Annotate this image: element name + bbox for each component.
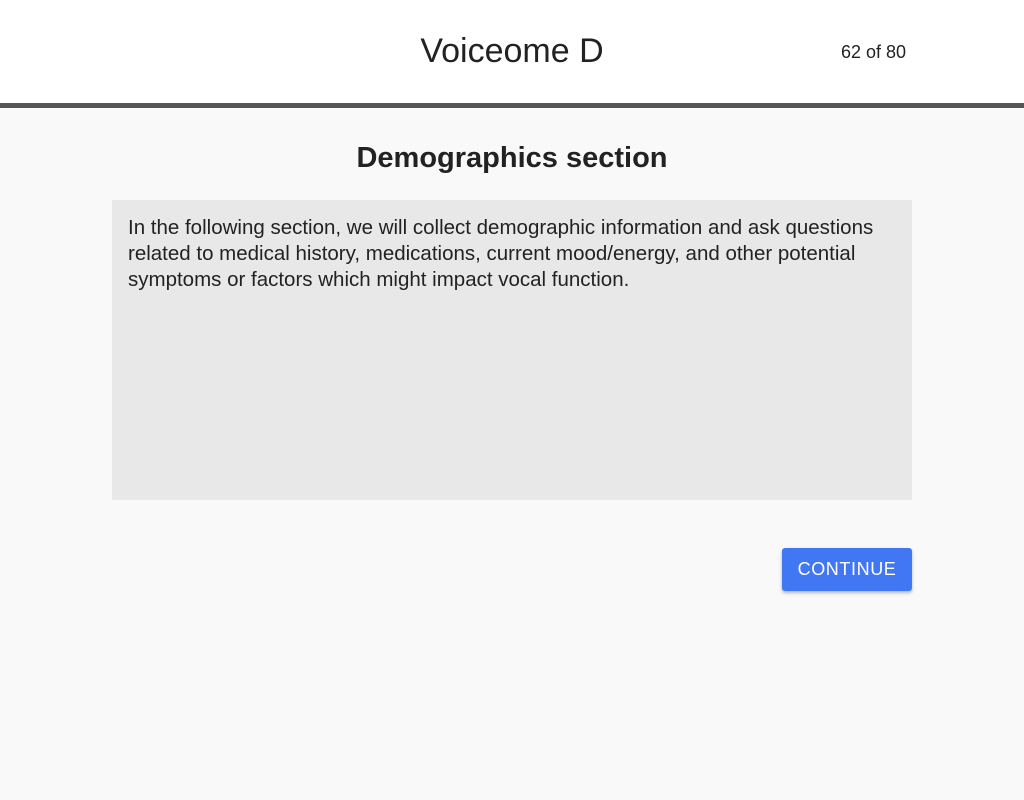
continue-button[interactable]: CONTINUE xyxy=(782,548,912,591)
section-title: Demographics section xyxy=(356,142,668,174)
app-header: Voiceome D 62 of 80 xyxy=(0,0,1024,108)
progress-counter: 62 of 80 xyxy=(840,42,906,62)
section-description-panel: In the following section, we will collec… xyxy=(112,200,912,500)
section-description: In the following section, we will collec… xyxy=(128,216,874,291)
